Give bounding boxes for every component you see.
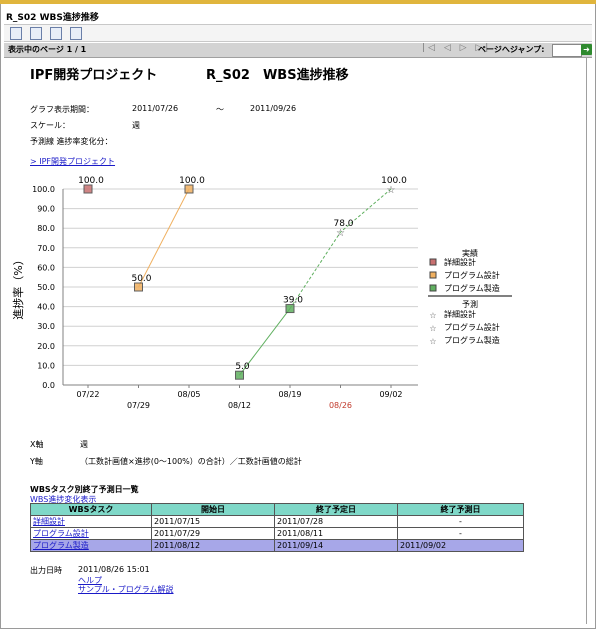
planned-end-date: 2011/08/11 (274, 527, 398, 540)
window-top-bar (0, 0, 596, 4)
y-axis-note-label: Y軸 (30, 457, 43, 466)
x-axis-note-label: X軸 (30, 440, 44, 449)
column-header-task: WBSタスク (30, 503, 152, 516)
forecast-end-date: - (397, 515, 524, 528)
period-end: 2011/09/26 (250, 104, 297, 113)
sample-program-link[interactable]: サンプル・プログラム解説 (78, 584, 174, 595)
y-axis-note-value: （工数計画値×進捗(0～100%）の合計）／工数計画値の総計 (80, 457, 302, 466)
forecast-label: 予測線 進捗率変化分： (30, 137, 113, 146)
project-title: IPF開発プロジェクト (30, 68, 158, 83)
go-button[interactable]: ➜ (581, 44, 592, 55)
pager-bar: 表示中のページ 1 / 1 |◁ ◁ ▷ ▷| ページへジャンプ: ➜ (4, 43, 592, 58)
start-date: 2011/07/29 (151, 527, 275, 540)
document-icon[interactable] (30, 27, 42, 40)
report-toolbar (4, 24, 592, 42)
page-status: 表示中のページ 1 / 1 (8, 45, 87, 54)
x-axis-note-value: 週 (80, 440, 88, 449)
report-title: R_S02 WBS進捗推移 (206, 68, 349, 83)
output-label: 出力日時 (30, 566, 62, 575)
column-header-planned: 終了予定日 (274, 503, 398, 516)
forecast-end-date: 2011/09/02 (397, 539, 524, 552)
table-row: プログラム設計 2011/07/29 2011/08/11 - (30, 527, 524, 540)
start-date: 2011/08/12 (151, 539, 275, 552)
export-icon[interactable] (10, 27, 22, 40)
task-link[interactable]: プログラム製造 (30, 539, 152, 552)
print-icon[interactable] (70, 27, 82, 40)
planned-end-date: 2011/09/14 (274, 539, 398, 552)
scale-label: スケール： (30, 121, 70, 130)
period-label: グラフ表示期間： (30, 105, 94, 114)
scale-value: 週 (132, 121, 140, 130)
page-jump-label: ページへジャンプ: (478, 45, 545, 54)
period-separator: ～ (216, 105, 224, 114)
table-header-row: WBSタスク 開始日 終了予定日 終了予測日 (30, 503, 524, 516)
export-document-icon[interactable] (50, 27, 62, 40)
output-timestamp: 2011/08/26 15:01 (78, 565, 150, 574)
page-jump-input[interactable] (552, 44, 582, 57)
breadcrumb-project-link[interactable]: > IPF開発プロジェクト (30, 156, 115, 167)
task-link[interactable]: 詳細設計 (30, 515, 152, 528)
wbs-table: WBSタスク 開始日 終了予定日 終了予測日 詳細設計 2011/07/15 2… (30, 503, 524, 552)
column-header-start: 開始日 (151, 503, 275, 516)
table-row: プログラム製造 2011/08/12 2011/09/14 2011/09/02 (30, 539, 524, 552)
task-link[interactable]: プログラム設計 (30, 527, 152, 540)
planned-end-date: 2011/07/28 (274, 515, 398, 528)
start-date: 2011/07/15 (151, 515, 275, 528)
window-title: R_S02 WBS進捗推移 (6, 13, 99, 23)
forecast-end-date: - (397, 527, 524, 540)
column-header-forecast: 終了予測日 (397, 503, 524, 516)
period-start: 2011/07/26 (132, 104, 179, 113)
table-row: 詳細設計 2011/07/15 2011/07/28 - (30, 515, 524, 528)
